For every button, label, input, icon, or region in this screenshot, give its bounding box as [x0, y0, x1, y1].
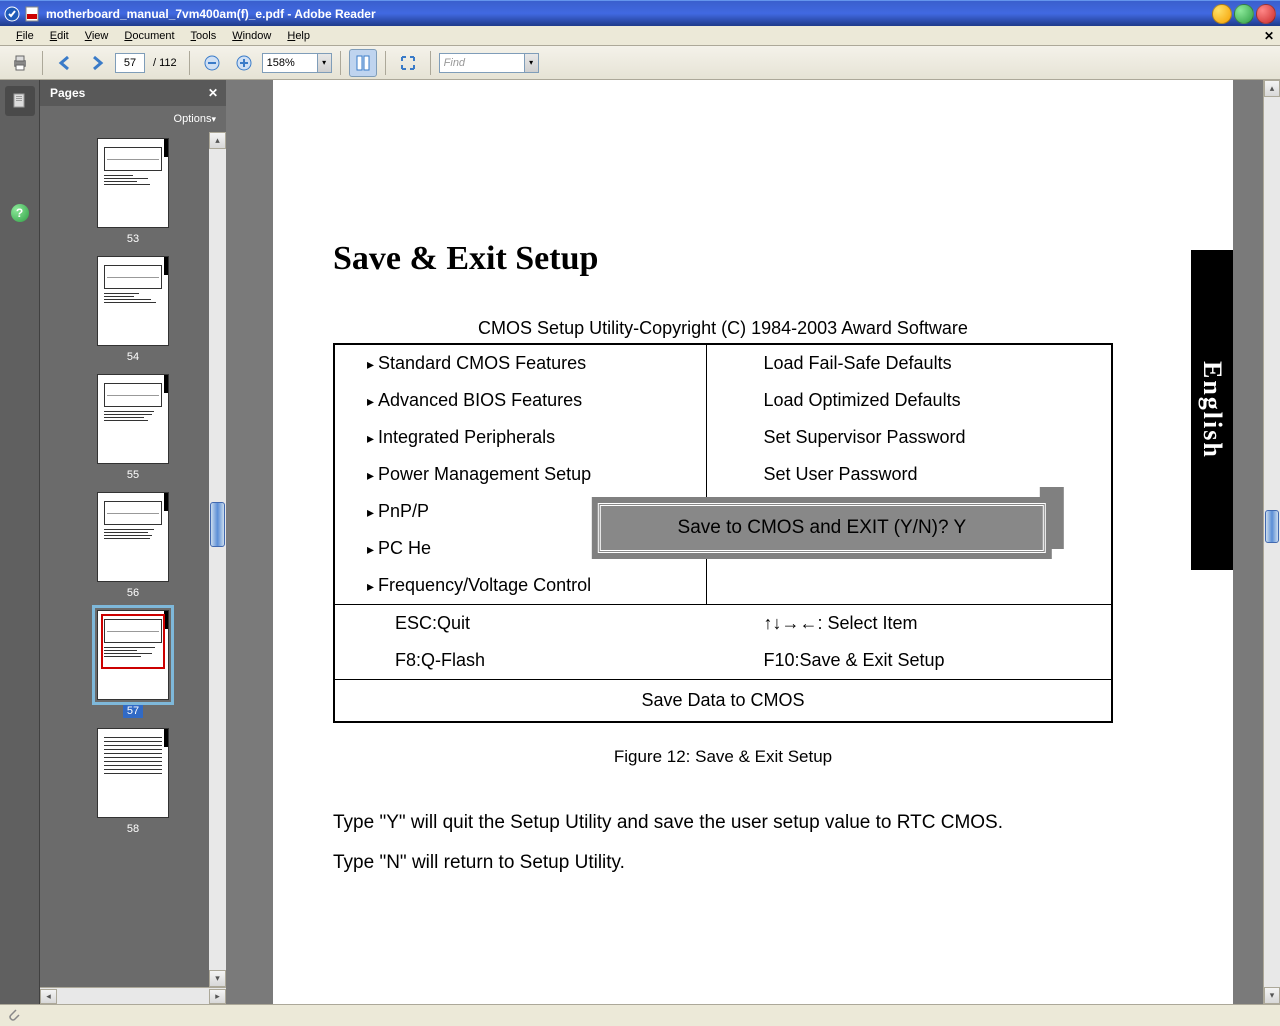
thumbnail-57[interactable]: 57 [40, 610, 226, 718]
zoom-level-input[interactable] [262, 53, 318, 73]
window-title: motherboard_manual_7vm400am(f)_e.pdf - A… [46, 7, 1212, 21]
navigation-strip: ? [0, 80, 40, 1004]
doc-scroll-down-button[interactable]: ▾ [1264, 987, 1280, 1004]
fit-page-button[interactable] [349, 49, 377, 77]
menu-help[interactable]: Help [279, 28, 318, 44]
menu-edit[interactable]: Edit [42, 28, 77, 44]
doc-scroll-thumb[interactable] [1265, 510, 1279, 543]
bios-footer: Save Data to CMOS [335, 679, 1111, 721]
thumbnail-55[interactable]: 55 [40, 374, 226, 482]
bios-item-right: Load Optimized Defaults [707, 382, 1111, 419]
thumbnail-58[interactable]: 58 [40, 728, 226, 836]
bios-item-left: Advanced BIOS Features [335, 382, 707, 419]
help-esc: ESC:Quit [335, 605, 707, 642]
bios-item-left: Standard CMOS Features [335, 345, 707, 382]
bios-item-right: Set Supervisor Password [707, 419, 1111, 456]
thumbnail-label: 53 [123, 232, 143, 246]
document-area[interactable]: English Save & Exit Setup CMOS Setup Uti… [226, 80, 1280, 1004]
zoom-in-button[interactable] [230, 49, 258, 77]
hscroll-right-button[interactable]: ▸ [209, 989, 226, 1004]
toolbar: / 112 ▾ ▾ [0, 46, 1280, 80]
thumbnail-label: 57 [123, 704, 143, 718]
thumbnail-label: 56 [123, 586, 143, 600]
body-text-2: Type "N" will return to Setup Utility. [333, 847, 1113, 879]
cmos-dialog: Save to CMOS and EXIT (Y/N)? Y [592, 497, 1052, 559]
pages-panel: Pages ✕ Options 53 54 55 56 57 58 ▴ ▾ ◂ ▸ [40, 80, 226, 1004]
find-dropdown-button[interactable]: ▾ [525, 53, 539, 73]
pages-panel-title: Pages [50, 86, 85, 100]
close-button[interactable] [1256, 4, 1276, 24]
thumbnail-label: 54 [123, 350, 143, 364]
pages-panel-close-button[interactable]: ✕ [208, 86, 218, 100]
bios-item-left: Frequency/Voltage Control [335, 567, 707, 604]
pages-options-button[interactable]: Options [40, 106, 226, 132]
bios-item-right: Load Fail-Safe Defaults [707, 345, 1111, 382]
bios-item-left: Integrated Peripherals [335, 419, 707, 456]
menu-tools[interactable]: Tools [183, 28, 225, 44]
menu-window[interactable]: Window [224, 28, 279, 44]
fit-width-button[interactable] [394, 49, 422, 77]
help-button[interactable]: ? [11, 204, 29, 222]
menu-document[interactable]: Document [116, 28, 182, 44]
dialog-text: Save to CMOS and EXIT (Y/N)? Y [598, 503, 1046, 553]
doc-close-button[interactable]: ✕ [1264, 29, 1274, 43]
cmos-header: CMOS Setup Utility-Copyright (C) 1984-20… [273, 318, 1173, 339]
maximize-button[interactable] [1234, 4, 1254, 24]
thumbnail-56[interactable]: 56 [40, 492, 226, 600]
document-scrollbar[interactable]: ▴ ▾ [1263, 80, 1280, 1004]
minimize-button[interactable] [1212, 4, 1232, 24]
print-button[interactable] [6, 49, 34, 77]
hscroll-left-button[interactable]: ◂ [40, 989, 57, 1004]
prev-page-button[interactable] [51, 49, 79, 77]
pages-panel-header: Pages ✕ [40, 80, 226, 106]
find-input[interactable] [439, 53, 525, 73]
zoom-out-button[interactable] [198, 49, 226, 77]
body-text-1: Type "Y" will quit the Setup Utility and… [333, 807, 1113, 839]
statusbar [0, 1004, 1280, 1024]
app-icon [4, 6, 20, 22]
thumbnail-label: 55 [123, 468, 143, 482]
zoom-dropdown-button[interactable]: ▾ [318, 53, 332, 73]
help-f8: F8:Q-Flash [335, 642, 707, 679]
thumbnail-53[interactable]: 53 [40, 138, 226, 246]
thumbnails-container[interactable]: 53 54 55 56 57 58 ▴ ▾ [40, 132, 226, 987]
menubar: File Edit View Document Tools Window Hel… [0, 26, 1280, 46]
help-f10: F10:Save & Exit Setup [707, 642, 1111, 679]
page-number-input[interactable] [115, 53, 145, 73]
thumbnail-54[interactable]: 54 [40, 256, 226, 364]
bios-item-right [707, 567, 1111, 604]
bios-menu-table: Standard CMOS FeaturesLoad Fail-Safe Def… [333, 343, 1113, 723]
page-total-label: / 112 [153, 57, 177, 69]
pdf-icon [24, 6, 40, 22]
language-tab: English [1191, 250, 1233, 570]
page-heading: Save & Exit Setup [333, 240, 1173, 278]
doc-scroll-up-button[interactable]: ▴ [1264, 80, 1280, 97]
thumbnails-hscrollbar[interactable]: ◂ ▸ [40, 987, 226, 1004]
document-page: English Save & Exit Setup CMOS Setup Uti… [273, 80, 1233, 1004]
menu-file[interactable]: File [8, 28, 42, 44]
window-titlebar: motherboard_manual_7vm400am(f)_e.pdf - A… [0, 0, 1280, 26]
next-page-button[interactable] [83, 49, 111, 77]
figure-caption: Figure 12: Save & Exit Setup [273, 747, 1173, 767]
bios-item-left: Power Management Setup [335, 456, 707, 493]
scroll-up-button[interactable]: ▴ [209, 132, 226, 149]
pages-tab-button[interactable] [5, 86, 35, 116]
scroll-down-button[interactable]: ▾ [209, 970, 226, 987]
attachment-icon[interactable] [6, 1007, 22, 1023]
window-controls [1212, 4, 1276, 24]
thumbnails-scrollbar[interactable]: ▴ ▾ [209, 132, 226, 987]
thumbnail-label: 58 [123, 822, 143, 836]
scroll-thumb[interactable] [210, 502, 225, 547]
help-arrows: ↑↓→←: Select Item [707, 605, 1111, 642]
menu-view[interactable]: View [77, 28, 117, 44]
